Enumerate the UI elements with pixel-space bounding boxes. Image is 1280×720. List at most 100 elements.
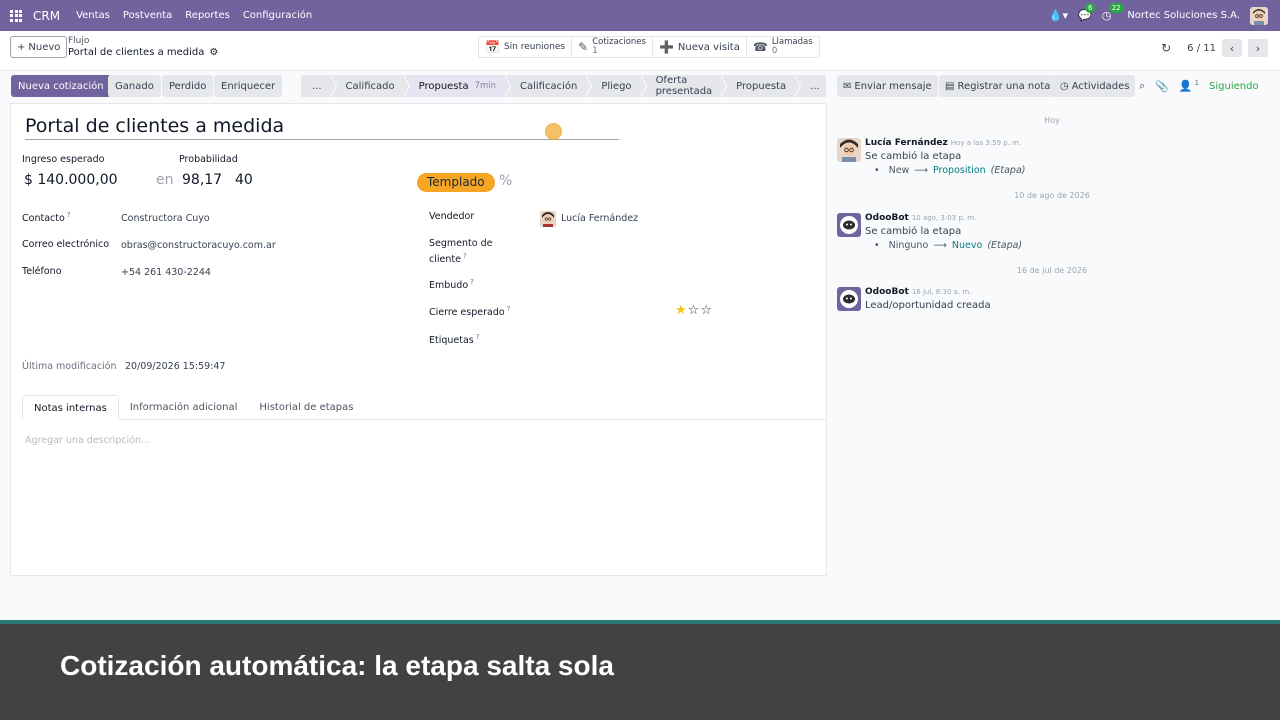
message-item: OdooBot 16 jul, 8:30 a. m. Lead/oportunid… bbox=[837, 287, 1267, 315]
description-editor[interactable]: Agregar una descripción... bbox=[25, 435, 150, 446]
paperclip-icon[interactable]: 📎 bbox=[1155, 80, 1169, 93]
pager-previous-button[interactable]: ‹ bbox=[1222, 39, 1242, 57]
phone-icon: ☎ bbox=[752, 40, 768, 54]
new-record-button[interactable]: + Nuevo bbox=[10, 36, 68, 58]
stage-more-left[interactable]: ... bbox=[301, 75, 336, 97]
priority-star-2-icon[interactable]: ☆ bbox=[688, 303, 701, 318]
tab-stage-history[interactable]: Historial de etapas bbox=[248, 395, 364, 420]
debug-drop-icon[interactable]: 💧▾ bbox=[1049, 9, 1068, 22]
tags-label: Etiquetas? bbox=[429, 333, 479, 346]
pager-next-button[interactable]: › bbox=[1248, 39, 1268, 57]
stage-calificacion[interactable]: Calificación bbox=[504, 75, 593, 97]
expected-close-label-text: Cierre esperado bbox=[429, 307, 505, 319]
stage-oferta-presentada[interactable]: Oferta presentada bbox=[640, 75, 727, 97]
help-icon[interactable]: ? bbox=[67, 211, 71, 219]
phone-label: Teléfono bbox=[22, 266, 62, 277]
tracking-new-value: Proposition bbox=[932, 165, 986, 176]
company-switcher[interactable]: Nortec Soluciones S.A. bbox=[1127, 10, 1240, 21]
enrich-button[interactable]: Enriquecer bbox=[214, 75, 283, 97]
help-icon[interactable]: ? bbox=[470, 278, 474, 286]
breadcrumb-current: Portal de clientes a medida bbox=[68, 47, 205, 58]
menu-reportes[interactable]: Reportes bbox=[185, 10, 230, 21]
breadcrumb-parent[interactable]: Flujo bbox=[68, 36, 218, 47]
message-author[interactable]: OdooBot bbox=[865, 213, 909, 223]
segment-label-1: Segmento de bbox=[429, 238, 493, 249]
tab-internal-notes[interactable]: Notas internas bbox=[22, 395, 119, 420]
following-button[interactable]: Siguiendo bbox=[1209, 81, 1259, 92]
messages-badge: 6 bbox=[1085, 3, 1096, 13]
activities-button[interactable]: ◷ Actividades bbox=[1054, 75, 1136, 97]
priority-star-3-icon[interactable]: ☆ bbox=[700, 303, 713, 318]
temperature-tag-badge[interactable]: Templado bbox=[417, 173, 495, 192]
plus-square-icon: ➕ bbox=[658, 40, 674, 54]
expected-revenue-input[interactable]: $ 140.000,00 bbox=[24, 172, 118, 188]
segment-label-text: cliente bbox=[429, 254, 461, 266]
log-note-button[interactable]: ▤ Registrar una nota bbox=[939, 75, 1057, 97]
probability-label: Probabilidad bbox=[179, 154, 238, 165]
gear-icon[interactable]: ⚙ bbox=[209, 47, 218, 58]
message-item: OdooBot 10 ago, 3:03 p. m. Se cambió la e… bbox=[837, 213, 1267, 253]
stage-calificado[interactable]: Calificado bbox=[330, 75, 410, 97]
arrow-right-icon: ⟶ bbox=[933, 240, 947, 251]
tab-additional-info[interactable]: Información adicional bbox=[119, 395, 249, 420]
lost-button[interactable]: Perdido bbox=[162, 75, 214, 97]
won-button[interactable]: Ganado bbox=[108, 75, 161, 97]
stage-label: ... bbox=[810, 80, 820, 92]
tracking-old-value: Ninguno bbox=[888, 240, 929, 251]
help-icon[interactable]: ? bbox=[476, 333, 480, 341]
probability-value-a[interactable]: 98,17 bbox=[182, 172, 222, 188]
pager-value[interactable]: 6 / 11 bbox=[1187, 43, 1216, 54]
quotes-smart-button[interactable]: ✎ Cotizaciones 1 bbox=[572, 37, 653, 57]
stage-pipeline: ... Calificado Propuesta 7min Calificació… bbox=[301, 75, 826, 97]
opportunity-name-input[interactable]: Portal de clientes a medida bbox=[25, 115, 619, 140]
stage-propuesta[interactable]: Propuesta bbox=[720, 75, 802, 97]
help-icon[interactable]: ? bbox=[507, 305, 511, 313]
chatter: ✉ Enviar mensaje ▤ Registrar una nota ◷ Act… bbox=[836, 71, 1280, 620]
app-name[interactable]: CRM bbox=[33, 9, 60, 23]
contact-field[interactable]: Constructora Cuyo bbox=[121, 213, 210, 224]
search-icon[interactable]: ⌕ bbox=[1139, 79, 1145, 93]
stage-pliego[interactable]: Pliego bbox=[585, 75, 647, 97]
probability-value-b[interactable]: 40 bbox=[235, 172, 253, 188]
stage-label: Propuesta bbox=[736, 80, 787, 92]
menu-postventa[interactable]: Postventa bbox=[123, 10, 172, 21]
calls-smart-button[interactable]: ☎ Llamadas 0 bbox=[747, 37, 819, 57]
pager: ↻ 6 / 11 ‹ › bbox=[1161, 39, 1268, 57]
quotes-label: Cotizaciones bbox=[592, 37, 646, 47]
salesperson-avatar bbox=[540, 211, 556, 227]
activities-clock-icon[interactable]: ◷ 22 bbox=[1102, 3, 1124, 22]
send-message-button[interactable]: ✉ Enviar mensaje bbox=[837, 75, 938, 97]
apps-menu-icon[interactable] bbox=[10, 9, 22, 22]
envelope-icon: ✉ bbox=[843, 80, 852, 92]
pointer-highlight bbox=[545, 123, 562, 140]
menu-configuracion[interactable]: Configuración bbox=[243, 10, 312, 21]
refresh-icon[interactable]: ↻ bbox=[1161, 41, 1171, 55]
priority-star-1-icon[interactable]: ★ bbox=[675, 303, 688, 318]
stage-label: Pliego bbox=[601, 80, 632, 92]
note-icon: ▤ bbox=[945, 80, 955, 92]
new-visit-smart-button[interactable]: ➕ Nueva visita bbox=[653, 37, 747, 57]
log-note-label: Registrar una nota bbox=[957, 80, 1051, 92]
phone-field[interactable]: +54 261 430-2244 bbox=[121, 267, 211, 278]
user-avatar[interactable] bbox=[1250, 6, 1268, 25]
tracking-field: (Etapa) bbox=[990, 165, 1026, 176]
help-icon[interactable]: ? bbox=[463, 252, 467, 260]
new-quotation-button[interactable]: Nueva cotización bbox=[11, 75, 111, 97]
salesperson-field[interactable]: Lucía Fernández bbox=[561, 213, 638, 224]
stage-label: Calificado bbox=[345, 80, 395, 92]
followers-button[interactable]: 👤 1 bbox=[1179, 79, 1199, 93]
date-separator: Hoy bbox=[1044, 116, 1060, 125]
messages-icon[interactable]: 💬 6 bbox=[1078, 3, 1096, 22]
caption-text: Cotización automática: la etapa salta so… bbox=[60, 650, 614, 681]
message-time: Hoy a las 3:59 p. m. bbox=[950, 139, 1022, 147]
message-author[interactable]: Lucía Fernández bbox=[865, 138, 948, 148]
tracking-old-value: New bbox=[888, 165, 910, 176]
top-navbar: CRM Ventas Postventa Reportes Configurac… bbox=[0, 0, 1280, 31]
control-panel: + Nuevo Flujo Portal de clientes a medida… bbox=[0, 31, 1280, 71]
salesperson-label: Vendedor bbox=[429, 211, 475, 222]
meetings-smart-button[interactable]: 📅 Sin reuniones bbox=[479, 37, 573, 57]
message-author[interactable]: OdooBot bbox=[865, 287, 909, 297]
email-field[interactable]: obras@constructoracuyo.com.ar bbox=[121, 240, 276, 251]
stage-propuesta-current[interactable]: Propuesta 7min bbox=[402, 75, 512, 97]
menu-ventas[interactable]: Ventas bbox=[76, 10, 110, 21]
